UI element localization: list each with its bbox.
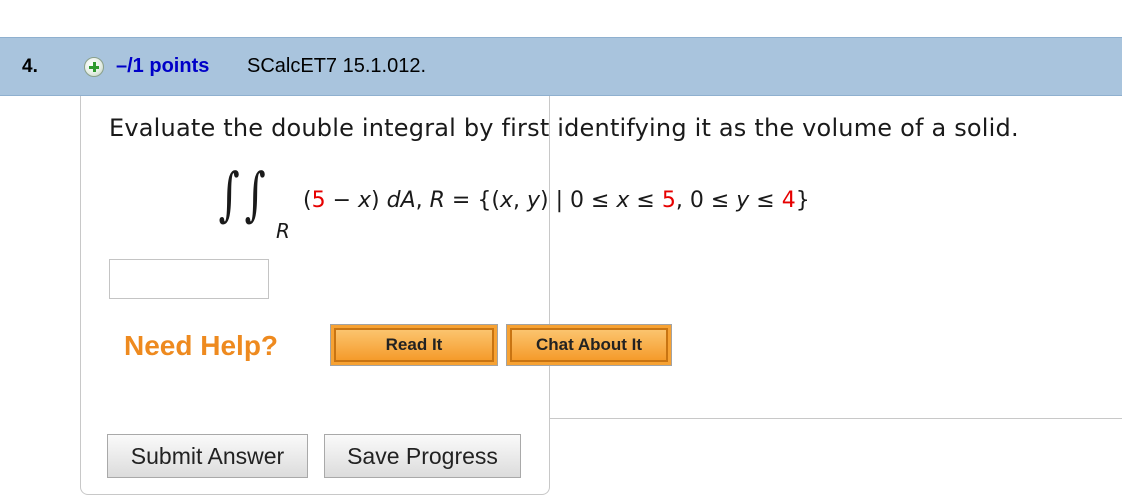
chat-about-it-button[interactable]: Chat About It xyxy=(506,324,672,366)
chat-about-it-label: Chat About It xyxy=(510,328,668,362)
question-number: 4. xyxy=(22,56,38,77)
integral-sign-2: ∫ xyxy=(244,160,266,228)
answer-input[interactable] xyxy=(109,259,269,299)
constant-c: 4 xyxy=(781,188,796,213)
need-help-label: Need Help? xyxy=(124,330,279,361)
submit-answer-button[interactable]: Submit Answer xyxy=(107,434,308,478)
integral-sign-1: ∫ xyxy=(218,160,240,228)
plus-icon[interactable] xyxy=(84,57,104,77)
constant-b: 5 xyxy=(661,188,676,213)
constant-a: 5 xyxy=(311,188,326,213)
region-subscript: R xyxy=(276,219,290,243)
points-label: –/1 points xyxy=(116,55,210,77)
save-progress-button[interactable]: Save Progress xyxy=(324,434,521,478)
read-it-button[interactable]: Read It xyxy=(330,324,498,366)
integrand-formula: (5 − x) dA, R = {(x, y) | 0 ≤ x ≤ 5, 0 ≤… xyxy=(303,188,810,213)
question-prompt: Evaluate the double integral by first id… xyxy=(109,114,1019,142)
read-it-label: Read It xyxy=(334,328,494,362)
question-header: 4. –/1 points SCalcET7 15.1.012. xyxy=(0,37,1122,96)
divider xyxy=(549,418,1122,419)
question-source: SCalcET7 15.1.012. xyxy=(247,55,426,77)
